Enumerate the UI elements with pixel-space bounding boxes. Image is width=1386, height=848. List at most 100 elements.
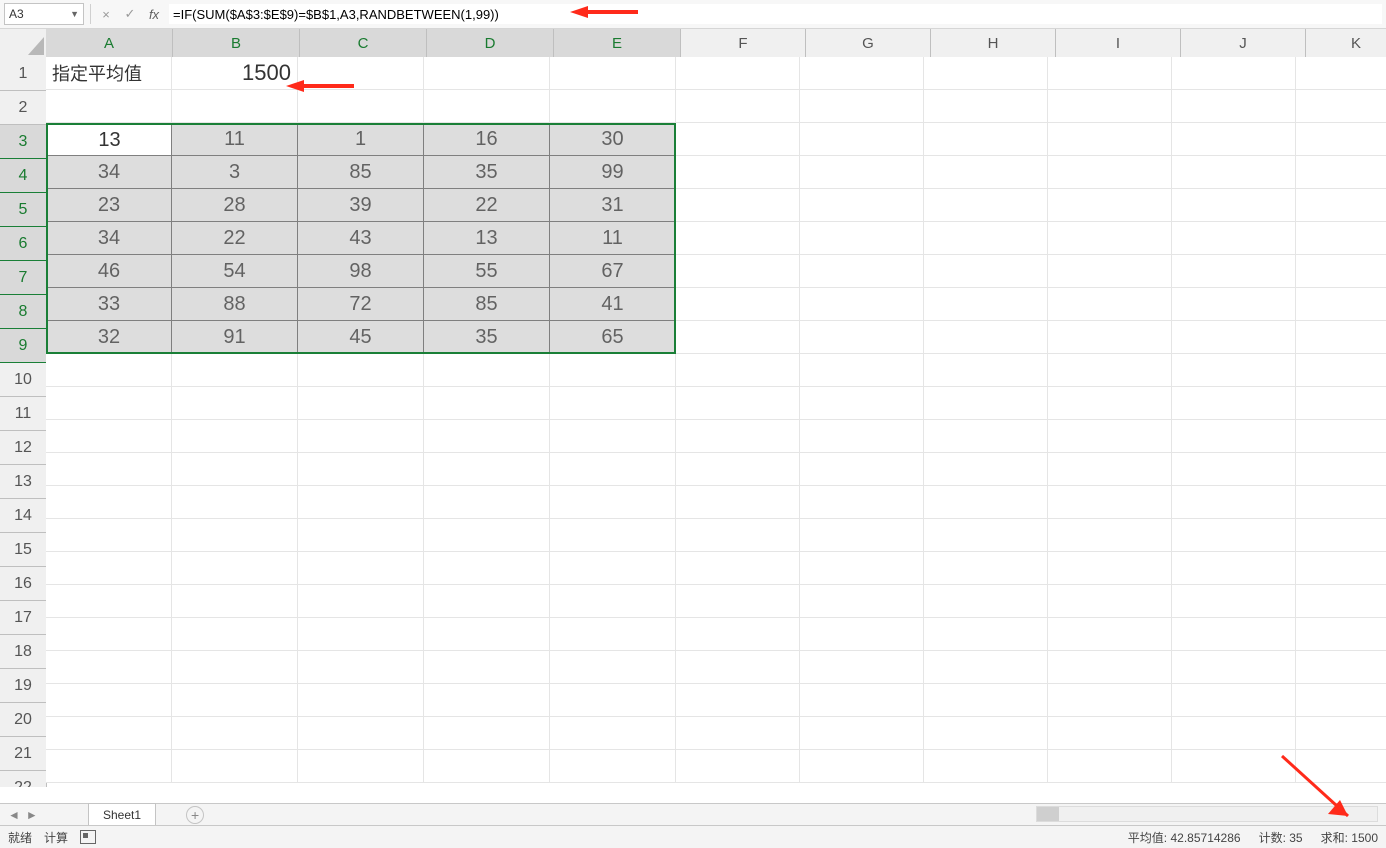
cell-K7[interactable]: [1296, 255, 1386, 288]
cell-B2[interactable]: [172, 90, 298, 123]
horizontal-scrollbar[interactable]: [1036, 806, 1378, 822]
cell-K1[interactable]: [1296, 57, 1386, 90]
cell-J7[interactable]: [1172, 255, 1296, 288]
cell-K18[interactable]: [1296, 618, 1386, 651]
cell-D5[interactable]: 22: [424, 189, 550, 222]
cell-I5[interactable]: [1048, 189, 1172, 222]
cell-A14[interactable]: [46, 486, 172, 519]
cell-C3[interactable]: 1: [298, 123, 424, 156]
cell-C2[interactable]: [298, 90, 424, 123]
cell-A22[interactable]: [46, 750, 172, 783]
cell-C21[interactable]: [298, 717, 424, 750]
row-header-10[interactable]: 10: [0, 363, 47, 397]
cell-A16[interactable]: [46, 552, 172, 585]
cell-H5[interactable]: [924, 189, 1048, 222]
cell-G3[interactable]: [800, 123, 924, 156]
row-header-7[interactable]: 7: [0, 261, 47, 295]
cell-H22[interactable]: [924, 750, 1048, 783]
sheet-tab-active[interactable]: Sheet1: [88, 803, 156, 828]
row-header-3[interactable]: 3: [0, 125, 47, 159]
cell-I1[interactable]: [1048, 57, 1172, 90]
cell-G8[interactable]: [800, 288, 924, 321]
cell-D22[interactable]: [424, 750, 550, 783]
cell-E5[interactable]: 31: [550, 189, 676, 222]
cell-H12[interactable]: [924, 420, 1048, 453]
cell-D17[interactable]: [424, 585, 550, 618]
cell-I13[interactable]: [1048, 453, 1172, 486]
cell-F17[interactable]: [676, 585, 800, 618]
cell-D2[interactable]: [424, 90, 550, 123]
cell-D9[interactable]: 35: [424, 321, 550, 354]
column-header-G[interactable]: G: [806, 29, 931, 58]
cell-H14[interactable]: [924, 486, 1048, 519]
select-all-corner[interactable]: [0, 29, 47, 58]
cell-C4[interactable]: 85: [298, 156, 424, 189]
cell-I17[interactable]: [1048, 585, 1172, 618]
cell-B4[interactable]: 3: [172, 156, 298, 189]
cell-F15[interactable]: [676, 519, 800, 552]
cell-H9[interactable]: [924, 321, 1048, 354]
cell-H11[interactable]: [924, 387, 1048, 420]
cell-H21[interactable]: [924, 717, 1048, 750]
cell-C18[interactable]: [298, 618, 424, 651]
cell-I2[interactable]: [1048, 90, 1172, 123]
cell-J21[interactable]: [1172, 717, 1296, 750]
cell-C22[interactable]: [298, 750, 424, 783]
cell-I19[interactable]: [1048, 651, 1172, 684]
cell-G2[interactable]: [800, 90, 924, 123]
cell-J3[interactable]: [1172, 123, 1296, 156]
cell-J19[interactable]: [1172, 651, 1296, 684]
cell-E2[interactable]: [550, 90, 676, 123]
cell-F14[interactable]: [676, 486, 800, 519]
fx-icon[interactable]: fx: [145, 7, 163, 22]
row-header-5[interactable]: 5: [0, 193, 47, 227]
cell-B8[interactable]: 88: [172, 288, 298, 321]
cell-D10[interactable]: [424, 354, 550, 387]
cell-I7[interactable]: [1048, 255, 1172, 288]
cell-E20[interactable]: [550, 684, 676, 717]
cell-F6[interactable]: [676, 222, 800, 255]
row-header-19[interactable]: 19: [0, 669, 47, 703]
cell-E8[interactable]: 41: [550, 288, 676, 321]
cell-J12[interactable]: [1172, 420, 1296, 453]
cell-F11[interactable]: [676, 387, 800, 420]
cell-K17[interactable]: [1296, 585, 1386, 618]
cell-F10[interactable]: [676, 354, 800, 387]
horizontal-scroll-thumb[interactable]: [1037, 807, 1059, 821]
column-header-C[interactable]: C: [300, 29, 427, 58]
cell-B21[interactable]: [172, 717, 298, 750]
cell-H17[interactable]: [924, 585, 1048, 618]
cell-J9[interactable]: [1172, 321, 1296, 354]
cell-B5[interactable]: 28: [172, 189, 298, 222]
cell-C1[interactable]: [298, 57, 424, 90]
cell-F3[interactable]: [676, 123, 800, 156]
cell-E15[interactable]: [550, 519, 676, 552]
cell-I22[interactable]: [1048, 750, 1172, 783]
column-header-B[interactable]: B: [173, 29, 300, 58]
column-header-F[interactable]: F: [681, 29, 806, 58]
cell-E13[interactable]: [550, 453, 676, 486]
cell-D15[interactable]: [424, 519, 550, 552]
cell-E11[interactable]: [550, 387, 676, 420]
cell-E17[interactable]: [550, 585, 676, 618]
cell-B18[interactable]: [172, 618, 298, 651]
cell-I10[interactable]: [1048, 354, 1172, 387]
cell-D6[interactable]: 13: [424, 222, 550, 255]
tab-nav-first-icon[interactable]: ◄: [8, 808, 20, 822]
cell-J14[interactable]: [1172, 486, 1296, 519]
formula-input[interactable]: [169, 4, 1382, 24]
row-header-12[interactable]: 12: [0, 431, 47, 465]
cell-G14[interactable]: [800, 486, 924, 519]
cell-H10[interactable]: [924, 354, 1048, 387]
cell-H18[interactable]: [924, 618, 1048, 651]
column-header-I[interactable]: I: [1056, 29, 1181, 58]
cell-D18[interactable]: [424, 618, 550, 651]
cell-J20[interactable]: [1172, 684, 1296, 717]
cell-D21[interactable]: [424, 717, 550, 750]
cell-A5[interactable]: 23: [46, 189, 172, 222]
cell-C5[interactable]: 39: [298, 189, 424, 222]
cell-C8[interactable]: 72: [298, 288, 424, 321]
cell-I3[interactable]: [1048, 123, 1172, 156]
cell-I21[interactable]: [1048, 717, 1172, 750]
cell-B6[interactable]: 22: [172, 222, 298, 255]
